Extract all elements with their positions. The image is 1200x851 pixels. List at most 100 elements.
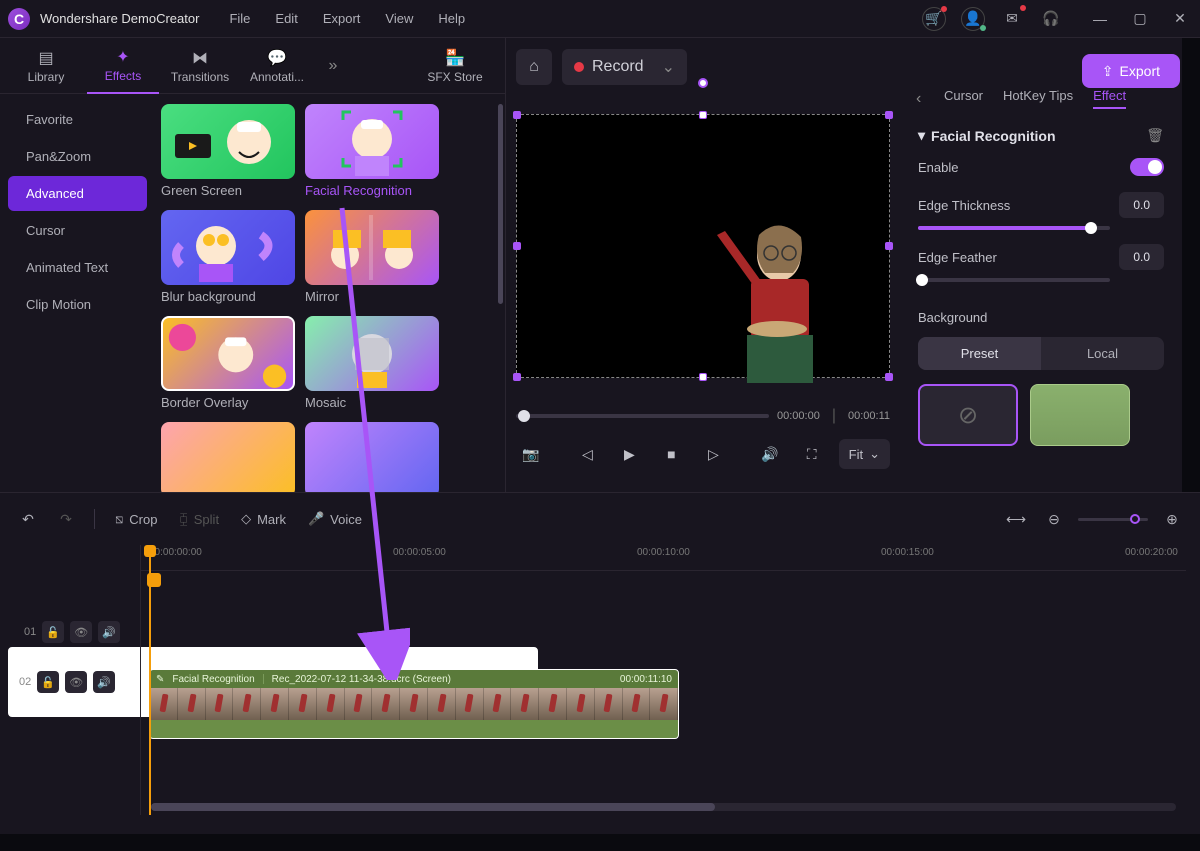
crop-button[interactable]: ⧅ Crop	[109, 511, 163, 527]
tab-annotations[interactable]: 💬 Annotati...	[241, 38, 313, 94]
tab-transitions[interactable]: ⧓ Transitions	[164, 38, 236, 94]
zoom-out-button[interactable]: ⊖	[1040, 505, 1068, 533]
resize-handle-bl[interactable]	[513, 373, 521, 381]
timeline-clip[interactable]: ✎ Facial Recognition Rec_2022-07-12 11-3…	[149, 669, 679, 739]
tab-sfx-store[interactable]: 🏪 SFX Store	[415, 38, 495, 94]
track-lock-button[interactable]: 🔓	[42, 621, 64, 643]
timeline: ↶ ↷ ⧅ Crop ⧮ Split ◇ Mark 🎤 Voice ⟷ ⊖ ⊕	[0, 492, 1200, 834]
effect-facial-recognition[interactable]: Facial Recognition	[305, 104, 439, 198]
resize-handle-tm[interactable]	[699, 111, 707, 119]
fit-dropdown[interactable]: Fit ⌄	[839, 439, 890, 469]
export-button[interactable]: ⇪ Export	[1082, 54, 1180, 88]
message-icon[interactable]: ✉	[1000, 7, 1024, 31]
fit-width-button[interactable]: ⟷	[1002, 505, 1030, 533]
resize-handle-mr[interactable]	[885, 242, 893, 250]
effect-extra-2[interactable]	[305, 422, 439, 492]
caret-down-icon[interactable]: ▾	[918, 127, 925, 144]
effect-blur-background[interactable]: Blur background	[161, 210, 295, 304]
slider-knob[interactable]	[916, 274, 928, 286]
play-button[interactable]: ▶	[614, 439, 644, 469]
cart-icon[interactable]: 🛒	[922, 7, 946, 31]
sidebar-item-animated-text[interactable]: Animated Text	[8, 250, 147, 285]
effect-extra-1[interactable]	[161, 422, 295, 492]
marker-track	[141, 571, 1186, 591]
timeline-scrollbar-thumb[interactable]	[151, 803, 715, 811]
menu-edit[interactable]: Edit	[275, 11, 297, 26]
zoom-knob[interactable]	[1130, 514, 1140, 524]
edge-thickness-slider[interactable]	[918, 226, 1110, 230]
stop-button[interactable]: ■	[656, 439, 686, 469]
enable-toggle[interactable]	[1130, 158, 1164, 176]
rp-prev-button[interactable]: ‹	[916, 90, 932, 108]
resize-handle-tr[interactable]	[885, 111, 893, 119]
preset-none[interactable]: ⊘	[918, 384, 1018, 446]
edge-feather-slider[interactable]	[918, 278, 1110, 282]
edge-feather-value[interactable]: 0.0	[1119, 244, 1164, 270]
clip-thumbnails	[150, 688, 678, 720]
account-icon[interactable]: 👤	[961, 7, 985, 31]
snapshot-button[interactable]: 📷	[516, 439, 546, 469]
split-button[interactable]: ⧮ Split	[173, 511, 225, 527]
track-mute-button[interactable]: 🔊	[98, 621, 120, 643]
resize-handle-tl[interactable]	[513, 111, 521, 119]
timeline-tracks[interactable]: 00:00:00:00 00:00:05:00 00:00:10:00 00:0…	[140, 545, 1186, 815]
zoom-in-button[interactable]: ⊕	[1158, 505, 1186, 533]
minimize-icon[interactable]: ―	[1088, 7, 1112, 31]
preview-subject	[699, 205, 839, 385]
bg-tab-local[interactable]: Local	[1041, 337, 1164, 370]
playhead[interactable]	[149, 545, 151, 815]
record-button[interactable]: Record ⌄	[562, 49, 687, 85]
track-mute-button[interactable]: 🔊	[93, 671, 115, 693]
tab-more[interactable]: »	[318, 38, 348, 94]
track-visibility-button[interactable]: 👁	[70, 621, 92, 643]
preset-green[interactable]	[1030, 384, 1130, 446]
fullscreen-button[interactable]: ⛶	[797, 439, 827, 469]
scrollbar-thumb[interactable]	[498, 104, 503, 304]
effect-mosaic[interactable]: Mosaic	[305, 316, 439, 410]
effect-green-screen[interactable]: Green Screen	[161, 104, 295, 198]
menu-help[interactable]: Help	[438, 11, 465, 26]
redo-button[interactable]: ↷	[52, 505, 80, 533]
effect-mirror[interactable]: Mirror	[305, 210, 439, 304]
sidebar-item-clip-motion[interactable]: Clip Motion	[8, 287, 147, 322]
tab-library[interactable]: ▤ Library	[10, 38, 82, 94]
tab-effects[interactable]: ✦ Effects	[87, 38, 159, 94]
menu-file[interactable]: File	[229, 11, 250, 26]
bg-tab-preset[interactable]: Preset	[918, 337, 1041, 370]
headset-icon[interactable]: 🎧	[1039, 7, 1063, 31]
menu-export[interactable]: Export	[323, 11, 361, 26]
prev-frame-button[interactable]: ◁	[572, 439, 602, 469]
voice-button[interactable]: 🎤 Voice	[302, 511, 368, 527]
effect-border-overlay[interactable]: Border Overlay	[161, 316, 295, 410]
mark-button[interactable]: ◇ Mark	[235, 511, 292, 527]
menu-view[interactable]: View	[385, 11, 413, 26]
zoom-slider[interactable]	[1078, 518, 1148, 521]
resize-handle-bm[interactable]	[699, 373, 707, 381]
rp-tab-cursor[interactable]: Cursor	[944, 88, 983, 109]
timeline-ruler[interactable]: 00:00:00:00 00:00:05:00 00:00:10:00 00:0…	[141, 545, 1186, 571]
rp-tab-effect[interactable]: Effect	[1093, 88, 1126, 109]
delete-effect-button[interactable]: 🗑	[1146, 127, 1164, 144]
seek-knob[interactable]	[518, 410, 530, 422]
maximize-icon[interactable]: ▢	[1128, 7, 1152, 31]
home-button[interactable]: ⌂	[516, 49, 552, 85]
resize-handle-ml[interactable]	[513, 242, 521, 250]
sidebar-item-advanced[interactable]: Advanced	[8, 176, 147, 211]
seek-bar[interactable]	[516, 414, 769, 418]
timeline-scrollbar[interactable]	[151, 803, 1176, 811]
sidebar-item-cursor[interactable]: Cursor	[8, 213, 147, 248]
next-frame-button[interactable]: ▷	[698, 439, 728, 469]
volume-button[interactable]: 🔊	[755, 439, 785, 469]
rp-tab-hotkey-tips[interactable]: HotKey Tips	[1003, 88, 1073, 109]
rotate-handle[interactable]	[698, 78, 708, 88]
track-lock-button[interactable]: 🔓	[37, 671, 59, 693]
sidebar-item-favorite[interactable]: Favorite	[8, 102, 147, 137]
preview-canvas[interactable]	[516, 114, 890, 378]
slider-knob[interactable]	[1085, 222, 1097, 234]
sidebar-item-panzoom[interactable]: Pan&Zoom	[8, 139, 147, 174]
undo-button[interactable]: ↶	[14, 505, 42, 533]
edge-thickness-value[interactable]: 0.0	[1119, 192, 1164, 218]
track-visibility-button[interactable]: 👁	[65, 671, 87, 693]
close-icon[interactable]: ✕	[1168, 7, 1192, 31]
resize-handle-br[interactable]	[885, 373, 893, 381]
